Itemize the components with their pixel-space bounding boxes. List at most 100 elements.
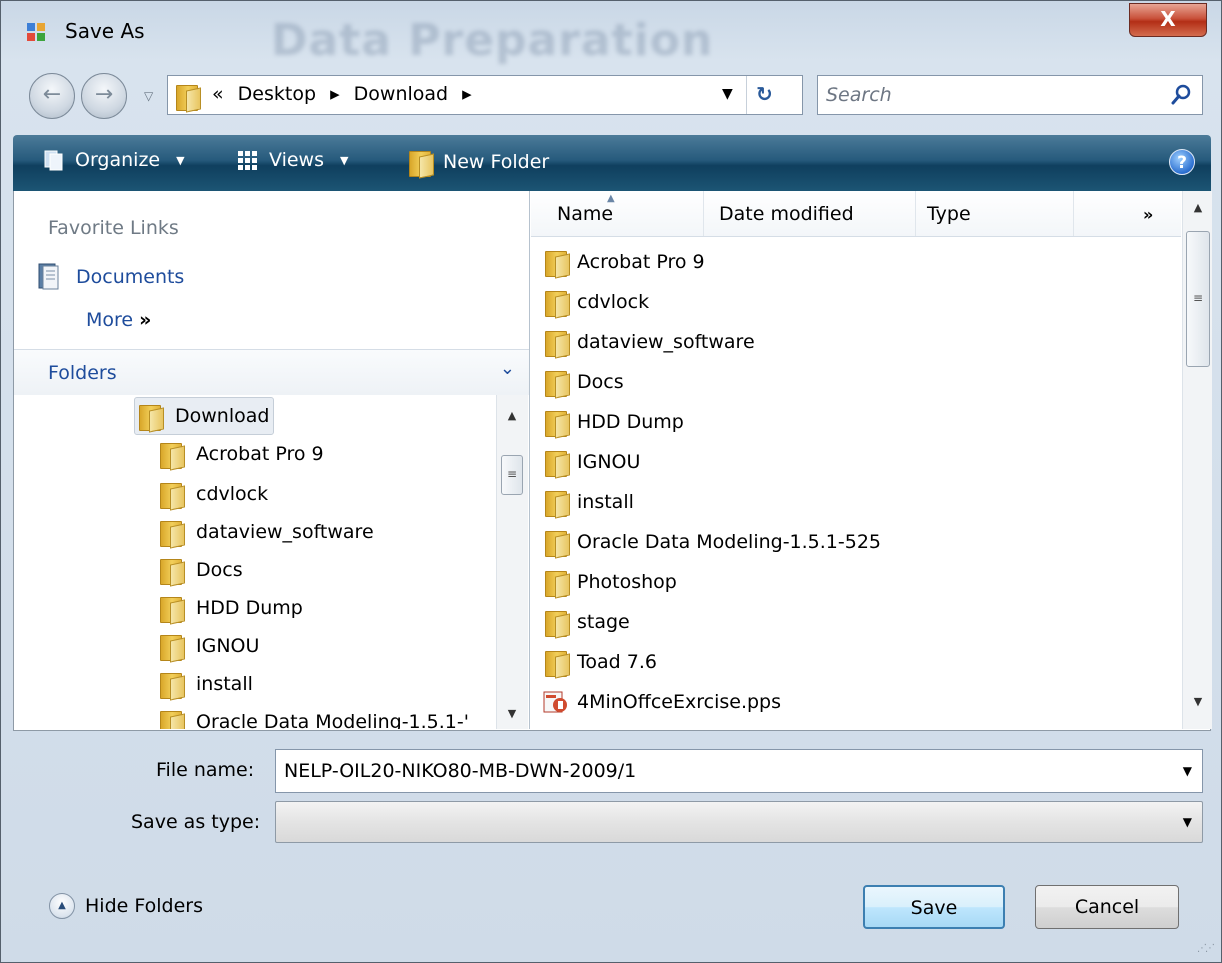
tree-item[interactable]: HDD Dump [160,589,303,627]
list-item[interactable]: Oracle Data Modeling-1.5.1-525 [545,523,881,561]
organize-menu[interactable]: Organize ▼ [43,149,185,171]
scroll-thumb[interactable]: ≡ [501,455,523,495]
hide-folders-button[interactable]: ▲ Hide Folders [49,893,203,919]
command-toolbar: Organize ▼ Views ▼ New Folder ? [13,135,1211,191]
tree-item[interactable]: cdvlock [160,475,268,513]
scroll-up-icon[interactable]: ▲ [497,409,527,431]
save-button[interactable]: Save [863,885,1005,929]
column-divider[interactable] [703,191,704,236]
views-menu[interactable]: Views ▼ [237,149,348,171]
list-item[interactable]: stage [545,603,630,641]
forward-button[interactable]: → [81,73,127,119]
scroll-down-icon[interactable]: ▼ [497,707,527,729]
address-bar[interactable]: « Desktop ▸ Download ▸ ▼ ↻ [167,75,803,115]
navigation-pane: Favorite Links Documents More» Folders ⌄ [14,191,530,729]
column-divider[interactable] [915,191,916,236]
file-name: IGNOU [577,451,641,473]
favorite-link-documents[interactable]: Documents [38,263,184,291]
file-name-input[interactable] [284,758,1154,784]
file-name-combobox[interactable]: ▼ [275,749,1203,793]
back-button[interactable]: ← [29,73,75,119]
file-name: Oracle Data Modeling-1.5.1-525 [577,531,882,553]
search-input[interactable] [826,82,1146,108]
forward-arrow-icon: → [94,82,114,107]
tree-item-label: Acrobat Pro 9 [196,443,324,465]
breadcrumb-download[interactable]: Download [354,83,448,105]
tree-item[interactable]: Docs [160,551,243,589]
file-list-scrollbar[interactable]: ▲ ≡ ▼ [1182,191,1212,729]
chevron-down-icon: ▼ [340,153,349,167]
search-box[interactable] [817,75,1203,115]
column-divider[interactable] [1073,191,1074,236]
list-item-partial[interactable] [543,723,569,727]
folders-header[interactable]: Folders ⌄ [14,349,529,395]
folder-icon [545,489,569,517]
scroll-down-icon[interactable]: ▼ [1183,695,1213,719]
more-label: More [86,309,134,331]
list-item[interactable]: dataview_software [545,323,755,361]
chevron-down-icon[interactable]: ⌄ [500,358,515,379]
dropdown-arrow-icon[interactable]: ▼ [1183,764,1192,778]
list-item[interactable]: IGNOU [545,443,640,481]
folder-icon [545,289,569,317]
list-item[interactable]: install [545,483,634,521]
tree-item-label: HDD Dump [196,597,303,619]
column-header-bar: Name ▲ Date modified Type » [531,191,1181,237]
tree-item-label: Oracle Data Modeling-1.5.1-' [196,711,469,729]
tree-item-label: Docs [196,559,243,581]
tree-scrollbar[interactable]: ▲ ≡ ▼ [496,395,528,729]
dropdown-arrow-icon[interactable]: ▼ [1183,815,1192,829]
tree-item[interactable]: dataview_software [160,513,374,551]
recent-pages-dropdown[interactable]: ▽ [144,89,153,103]
file-name: stage [577,611,630,633]
list-item[interactable]: Photoshop [545,563,677,601]
window-title: Save As [65,19,145,43]
help-icon[interactable]: ? [1169,149,1195,175]
list-item[interactable]: HDD Dump [545,403,684,441]
search-icon[interactable] [1170,82,1194,108]
column-header-name[interactable]: Name [557,203,613,225]
more-links-button[interactable]: More» [86,309,151,331]
tree-item-label: install [196,673,253,695]
scroll-up-icon[interactable]: ▲ [1183,201,1213,225]
list-item[interactable]: Docs [545,363,624,401]
resize-grip-icon[interactable]: ⋰⋰ [1197,943,1215,954]
save-as-type-select[interactable]: ▼ [275,801,1203,843]
tree-item-label: IGNOU [196,635,260,657]
folder-icon [160,519,184,547]
address-dropdown-icon[interactable]: ▼ [722,86,733,102]
address-divider [746,76,747,114]
tree-item-download[interactable]: Download [134,397,275,435]
list-item[interactable]: cdvlock [545,283,649,321]
list-item[interactable]: Acrobat Pro 9 [545,243,705,281]
file-name: Toad 7.6 [577,651,657,673]
hide-folders-label: Hide Folders [85,895,203,917]
folder-icon [160,709,184,729]
more-columns-icon[interactable]: » [1143,205,1153,224]
tree-item[interactable]: install [160,665,253,703]
app-icon [27,23,47,43]
breadcrumb-overflow[interactable]: « [212,83,224,105]
file-name: 4MinOffceExrcise.pps [577,691,781,713]
favorite-links-title: Favorite Links [48,217,179,239]
column-header-date-modified[interactable]: Date modified [719,203,854,225]
close-button[interactable]: X [1129,3,1207,37]
breadcrumb-desktop[interactable]: Desktop [238,83,316,105]
title-bar[interactable]: Save As Data Preparation X [1,1,1221,66]
folder-icon [545,649,569,677]
new-folder-button[interactable]: New Folder [409,149,549,177]
breadcrumb-separator-icon[interactable]: ▸ [330,83,340,105]
double-chevron-icon: » [139,309,152,331]
folder-icon [545,329,569,357]
list-item[interactable]: 4MinOffceExrcise.pps [543,683,781,721]
tree-item[interactable]: IGNOU [160,627,259,665]
tree-item[interactable]: Oracle Data Modeling-1.5.1-' [160,703,469,729]
refresh-icon[interactable]: ↻ [756,82,773,106]
list-item[interactable]: Toad 7.6 [545,643,657,681]
cancel-button[interactable]: Cancel [1035,885,1179,929]
column-header-type[interactable]: Type [927,203,971,225]
scroll-thumb[interactable]: ≡ [1186,231,1210,367]
breadcrumb-separator-icon[interactable]: ▸ [462,83,472,105]
collapse-up-icon: ▲ [49,893,75,919]
tree-item[interactable]: Acrobat Pro 9 [160,435,324,473]
